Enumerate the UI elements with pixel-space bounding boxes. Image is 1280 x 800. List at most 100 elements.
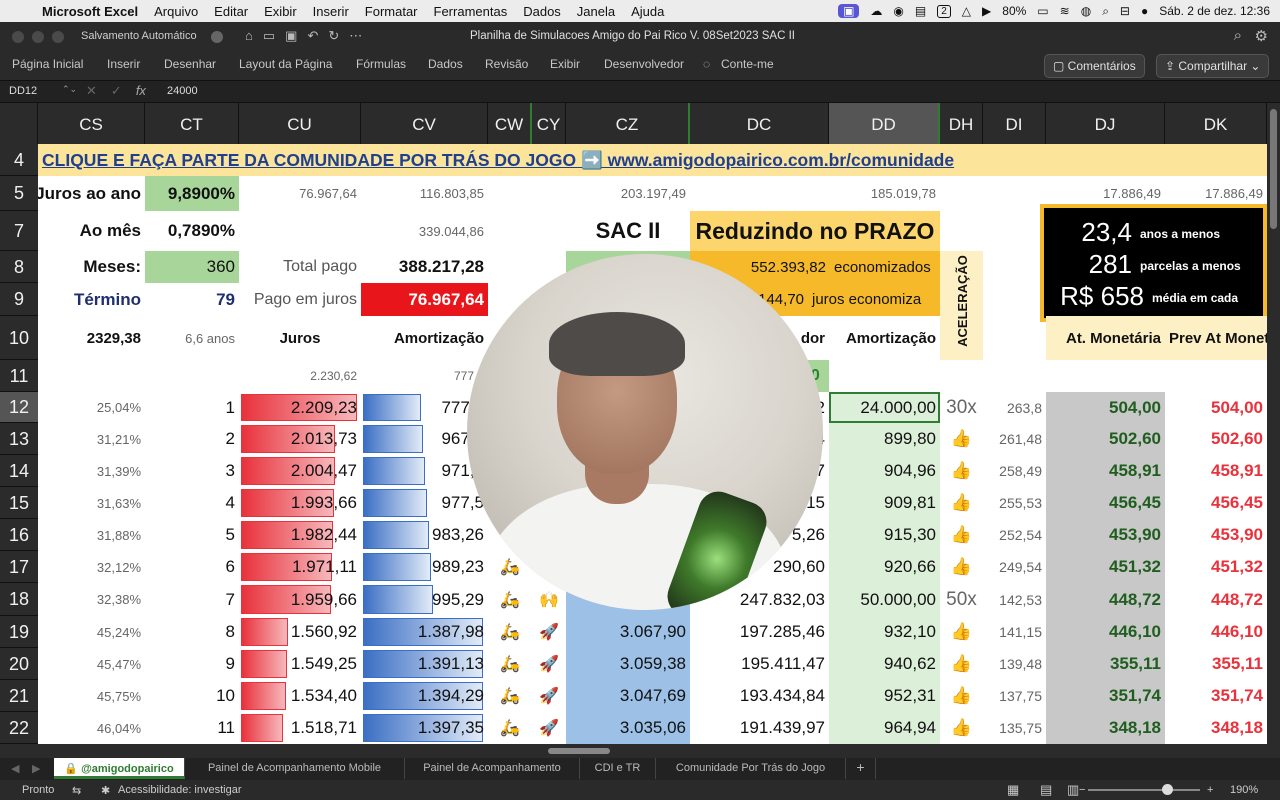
cell-cu[interactable]: 1.993,66: [239, 487, 361, 519]
cell-cz[interactable]: 3.067,90: [566, 616, 690, 648]
row-header[interactable]: 4: [0, 144, 38, 176]
cell-dd[interactable]: 920,66: [829, 551, 940, 583]
meses-value[interactable]: 360: [145, 251, 239, 283]
cell-ct[interactable]: 1: [145, 392, 239, 423]
cell-dj[interactable]: 458,91: [1046, 455, 1165, 487]
row-header[interactable]: 12: [0, 392, 38, 423]
sheet-tab-painel[interactable]: Painel de Acompanhamento: [405, 758, 580, 779]
col-header-cw[interactable]: CW: [488, 103, 532, 144]
cell-cu[interactable]: 1.534,40: [239, 680, 361, 712]
cell-cs[interactable]: 46,04%: [38, 712, 145, 744]
zoom-out-icon[interactable]: −: [1079, 784, 1085, 796]
cell-dj[interactable]: 348,18: [1046, 712, 1165, 744]
cell-cu[interactable]: 1.959,66: [239, 583, 361, 616]
row-header[interactable]: 21: [0, 680, 38, 712]
cell-cs[interactable]: 45,47%: [38, 648, 145, 680]
cell-dh[interactable]: 👍: [940, 680, 983, 712]
horizontal-scroll-thumb[interactable]: [548, 748, 610, 754]
cell-cv[interactable]: 983,26: [361, 519, 488, 551]
row-header[interactable]: 20: [0, 648, 38, 680]
cell-dk[interactable]: 504,00: [1165, 392, 1267, 423]
cell-di[interactable]: 141,15: [983, 616, 1046, 648]
cell-di[interactable]: 261,48: [983, 423, 1046, 455]
sheet-tab-painel-mobile[interactable]: Painel de Acompanhamento Mobile: [185, 758, 405, 779]
col-header-di[interactable]: DI: [983, 103, 1046, 144]
cell-cs[interactable]: 32,38%: [38, 583, 145, 616]
cell-dk[interactable]: 448,72: [1165, 583, 1267, 616]
play-icon[interactable]: ▶: [982, 4, 991, 18]
account-icon[interactable]: ⚙: [1255, 27, 1268, 45]
select-all-corner[interactable]: [0, 103, 38, 144]
tab-revisao[interactable]: Revisão: [485, 57, 528, 71]
save-icon[interactable]: ▣: [285, 28, 297, 44]
cell-dc[interactable]: 191.439,97: [690, 712, 829, 744]
cell-ct[interactable]: 3: [145, 455, 239, 487]
clipboard-icon[interactable]: ▤: [915, 4, 926, 18]
cell-dk[interactable]: 355,11: [1165, 648, 1267, 680]
cell-cs[interactable]: 31,21%: [38, 423, 145, 455]
cell-dk[interactable]: 446,10: [1165, 616, 1267, 648]
cell-dh[interactable]: 👍: [940, 648, 983, 680]
cell-dk[interactable]: 451,32: [1165, 551, 1267, 583]
cell-cu[interactable]: 2.209,23: [239, 392, 361, 423]
cell-cu[interactable]: 1.560,92: [239, 616, 361, 648]
cell-ct[interactable]: 6: [145, 551, 239, 583]
name-box[interactable]: DD12: [9, 85, 37, 97]
col-header-ct[interactable]: CT: [145, 103, 239, 144]
cell-cv[interactable]: 1.394,29: [361, 680, 488, 712]
row-header[interactable]: 7: [0, 211, 38, 251]
zoom-in-icon[interactable]: +: [1207, 784, 1213, 796]
cell-cv[interactable]: 989,23: [361, 551, 488, 583]
menu-ferramentas[interactable]: Ferramentas: [434, 4, 508, 19]
tab-desenvolvedor[interactable]: Desenvolvedor: [604, 57, 684, 71]
row-header[interactable]: 18: [0, 583, 38, 616]
col-header-dd[interactable]: DD: [829, 103, 940, 144]
formula-input[interactable]: 24000: [167, 85, 198, 97]
cell-cs[interactable]: 31,88%: [38, 519, 145, 551]
cell-dd[interactable]: 940,62: [829, 648, 940, 680]
cell-cs[interactable]: 45,24%: [38, 616, 145, 648]
juros-ano-value[interactable]: 9,8900%: [145, 176, 239, 211]
cell-cz[interactable]: 3.047,69: [566, 680, 690, 712]
cell-dd[interactable]: 964,94: [829, 712, 940, 744]
community-link[interactable]: CLIQUE E FAÇA PARTE DA COMUNIDADE POR TR…: [38, 144, 1267, 176]
cell-di[interactable]: 137,75: [983, 680, 1046, 712]
sheet-tab-amigodopairico[interactable]: 🔒 @amigodopairico: [54, 758, 185, 779]
cell-dc[interactable]: 195.411,47: [690, 648, 829, 680]
cell-dh[interactable]: 👍: [940, 455, 983, 487]
cell-dh[interactable]: 👍: [940, 616, 983, 648]
col-header-cu[interactable]: CU: [239, 103, 361, 144]
cell-dj[interactable]: 456,45: [1046, 487, 1165, 519]
cell-cu[interactable]: 1.518,71: [239, 712, 361, 744]
horizontal-scrollbar[interactable]: [0, 744, 1280, 758]
undo-icon[interactable]: ↶: [307, 28, 318, 44]
cell-cu[interactable]: 1.982,44: [239, 519, 361, 551]
cell-dj[interactable]: 446,10: [1046, 616, 1165, 648]
cell-dh[interactable]: 30x: [940, 392, 983, 423]
cell-ct[interactable]: 4: [145, 487, 239, 519]
cell-cy[interactable]: 🚀: [532, 616, 566, 648]
cell-cy[interactable]: 🚀: [532, 648, 566, 680]
cancel-icon[interactable]: ✕: [86, 83, 97, 99]
cell-cw[interactable]: 🛵: [488, 680, 532, 712]
menu-editar[interactable]: Editar: [214, 4, 248, 19]
cell-cs[interactable]: 45,75%: [38, 680, 145, 712]
function-icon[interactable]: fx: [136, 83, 146, 99]
row-header[interactable]: 15: [0, 487, 38, 519]
tab-layout[interactable]: Layout da Página: [239, 57, 332, 71]
cell-di[interactable]: 255,53: [983, 487, 1046, 519]
accessibility-icon[interactable]: ✱: [101, 784, 110, 797]
battery-icon[interactable]: ▭: [1037, 4, 1048, 18]
row-header[interactable]: 14: [0, 455, 38, 487]
home-icon[interactable]: ⌂: [245, 28, 253, 44]
cell-di[interactable]: 135,75: [983, 712, 1046, 744]
user-icon[interactable]: ◍: [1081, 4, 1091, 18]
cell-cs[interactable]: 32,12%: [38, 551, 145, 583]
search-icon[interactable]: ⌕: [1234, 27, 1242, 44]
row-header[interactable]: 22: [0, 712, 38, 744]
cell-dk[interactable]: 456,45: [1165, 487, 1267, 519]
share-button[interactable]: ⇪ Compartilhar ⌄: [1156, 54, 1270, 78]
col-header-dk[interactable]: DK: [1165, 103, 1267, 144]
cell-dd[interactable]: 932,10: [829, 616, 940, 648]
cell-cs[interactable]: 25,04%: [38, 392, 145, 423]
